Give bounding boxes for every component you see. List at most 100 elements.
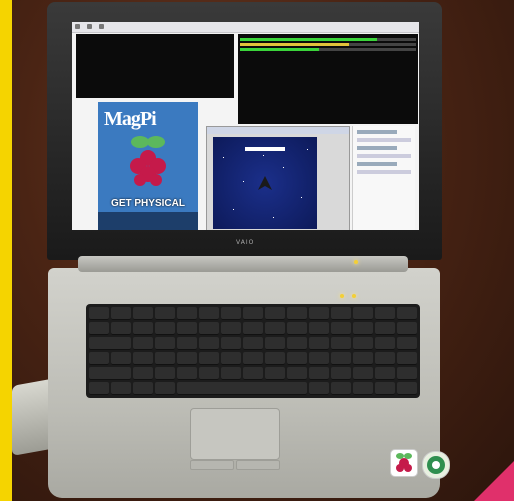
keyboard-key[interactable] bbox=[331, 367, 351, 380]
terminal-window-monitor[interactable] bbox=[238, 34, 418, 124]
keyboard-key[interactable] bbox=[89, 352, 109, 365]
game-window[interactable] bbox=[206, 126, 350, 230]
terminal-icon[interactable] bbox=[98, 24, 104, 29]
keyboard-key[interactable] bbox=[309, 382, 329, 395]
keyboard-key[interactable] bbox=[133, 337, 153, 350]
keyboard-key[interactable] bbox=[177, 322, 197, 335]
keyboard-key[interactable] bbox=[375, 367, 395, 380]
touchpad[interactable] bbox=[190, 408, 280, 460]
keyboard-key[interactable] bbox=[375, 307, 395, 320]
keyboard-key[interactable] bbox=[265, 337, 285, 350]
keyboard-key[interactable] bbox=[155, 307, 175, 320]
keyboard-key[interactable] bbox=[287, 322, 307, 335]
keyboard-key[interactable] bbox=[221, 322, 241, 335]
keyboard-key[interactable] bbox=[309, 307, 329, 320]
keyboard-key[interactable] bbox=[111, 307, 131, 320]
keyboard-key[interactable] bbox=[155, 352, 175, 365]
browser-icon[interactable] bbox=[86, 24, 92, 29]
keyboard-key[interactable] bbox=[89, 307, 109, 320]
keyboard-key[interactable] bbox=[89, 322, 109, 335]
keyboard-key[interactable] bbox=[177, 337, 197, 350]
keyboard-key[interactable] bbox=[353, 322, 373, 335]
keyboard[interactable] bbox=[86, 304, 420, 398]
keyboard-key[interactable] bbox=[353, 337, 373, 350]
keyboard-key[interactable] bbox=[331, 322, 351, 335]
keyboard-key[interactable] bbox=[287, 352, 307, 365]
menu-icon[interactable] bbox=[75, 24, 80, 29]
keyboard-key[interactable] bbox=[287, 337, 307, 350]
keyboard-key[interactable] bbox=[111, 352, 131, 365]
keyboard-key[interactable] bbox=[199, 322, 219, 335]
keyboard-key[interactable] bbox=[375, 337, 395, 350]
keyboard-key[interactable] bbox=[111, 322, 131, 335]
keyboard-key[interactable] bbox=[375, 352, 395, 365]
settings-panel[interactable] bbox=[352, 126, 415, 230]
keyboard-key[interactable] bbox=[133, 367, 153, 380]
keyboard-key[interactable] bbox=[133, 307, 153, 320]
keyboard-key[interactable] bbox=[265, 367, 285, 380]
keyboard-key[interactable] bbox=[177, 382, 307, 395]
keyboard-key[interactable] bbox=[287, 367, 307, 380]
keyboard-key[interactable] bbox=[177, 352, 197, 365]
keyboard-key[interactable] bbox=[353, 382, 373, 395]
keyboard-key[interactable] bbox=[155, 337, 175, 350]
keyboard-key[interactable] bbox=[133, 322, 153, 335]
keyboard-key[interactable] bbox=[111, 382, 131, 395]
keyboard-key[interactable] bbox=[155, 367, 175, 380]
keyboard-key[interactable] bbox=[397, 307, 417, 320]
keyboard-key[interactable] bbox=[397, 382, 417, 395]
keyboard-key[interactable] bbox=[265, 322, 285, 335]
keyboard-key[interactable] bbox=[221, 337, 241, 350]
keyboard-key[interactable] bbox=[397, 352, 417, 365]
game-window-titlebar[interactable] bbox=[207, 127, 349, 134]
keyboard-key[interactable] bbox=[221, 352, 241, 365]
keyboard-key[interactable] bbox=[309, 352, 329, 365]
keyboard-key[interactable] bbox=[177, 367, 197, 380]
keyboard-key[interactable] bbox=[375, 322, 395, 335]
keyboard-key[interactable] bbox=[375, 382, 395, 395]
keyboard-key[interactable] bbox=[243, 322, 263, 335]
keyboard-key[interactable] bbox=[243, 367, 263, 380]
left-click-button[interactable] bbox=[190, 460, 234, 470]
keyboard-key[interactable] bbox=[199, 307, 219, 320]
keyboard-key[interactable] bbox=[353, 307, 373, 320]
magpi-magazine-window[interactable]: MagPi GET PHYSICAL bbox=[98, 102, 198, 230]
keyboard-key[interactable] bbox=[243, 337, 263, 350]
keyboard-key[interactable] bbox=[155, 322, 175, 335]
right-click-button[interactable] bbox=[236, 460, 280, 470]
keyboard-key[interactable] bbox=[221, 367, 241, 380]
keyboard-key[interactable] bbox=[309, 367, 329, 380]
touchpad-buttons[interactable] bbox=[190, 460, 280, 470]
keyboard-key[interactable] bbox=[353, 367, 373, 380]
keyboard-key[interactable] bbox=[331, 307, 351, 320]
keyboard-key[interactable] bbox=[89, 382, 109, 395]
keyboard-key[interactable] bbox=[199, 367, 219, 380]
keyboard-key[interactable] bbox=[265, 352, 285, 365]
keyboard-key[interactable] bbox=[133, 352, 153, 365]
keyboard-key[interactable] bbox=[89, 337, 131, 350]
keyboard-key[interactable] bbox=[331, 352, 351, 365]
keyboard-key[interactable] bbox=[397, 367, 417, 380]
keyboard-key[interactable] bbox=[243, 307, 263, 320]
laptop-hinge bbox=[78, 256, 408, 272]
keyboard-key[interactable] bbox=[309, 322, 329, 335]
keyboard-key[interactable] bbox=[221, 307, 241, 320]
keyboard-key[interactable] bbox=[353, 352, 373, 365]
keyboard-key[interactable] bbox=[397, 337, 417, 350]
keyboard-key[interactable] bbox=[199, 352, 219, 365]
keyboard-key[interactable] bbox=[243, 352, 263, 365]
keyboard-key[interactable] bbox=[199, 337, 219, 350]
keyboard-key[interactable] bbox=[331, 382, 351, 395]
keyboard-key[interactable] bbox=[309, 337, 329, 350]
star bbox=[223, 157, 224, 158]
keyboard-key[interactable] bbox=[265, 307, 285, 320]
game-canvas[interactable] bbox=[213, 137, 317, 229]
terminal-window-left[interactable] bbox=[76, 34, 234, 98]
keyboard-key[interactable] bbox=[331, 337, 351, 350]
keyboard-key[interactable] bbox=[177, 307, 197, 320]
keyboard-key[interactable] bbox=[287, 307, 307, 320]
keyboard-key[interactable] bbox=[133, 382, 153, 395]
keyboard-key[interactable] bbox=[155, 382, 175, 395]
keyboard-key[interactable] bbox=[397, 322, 417, 335]
keyboard-key[interactable] bbox=[89, 367, 131, 380]
